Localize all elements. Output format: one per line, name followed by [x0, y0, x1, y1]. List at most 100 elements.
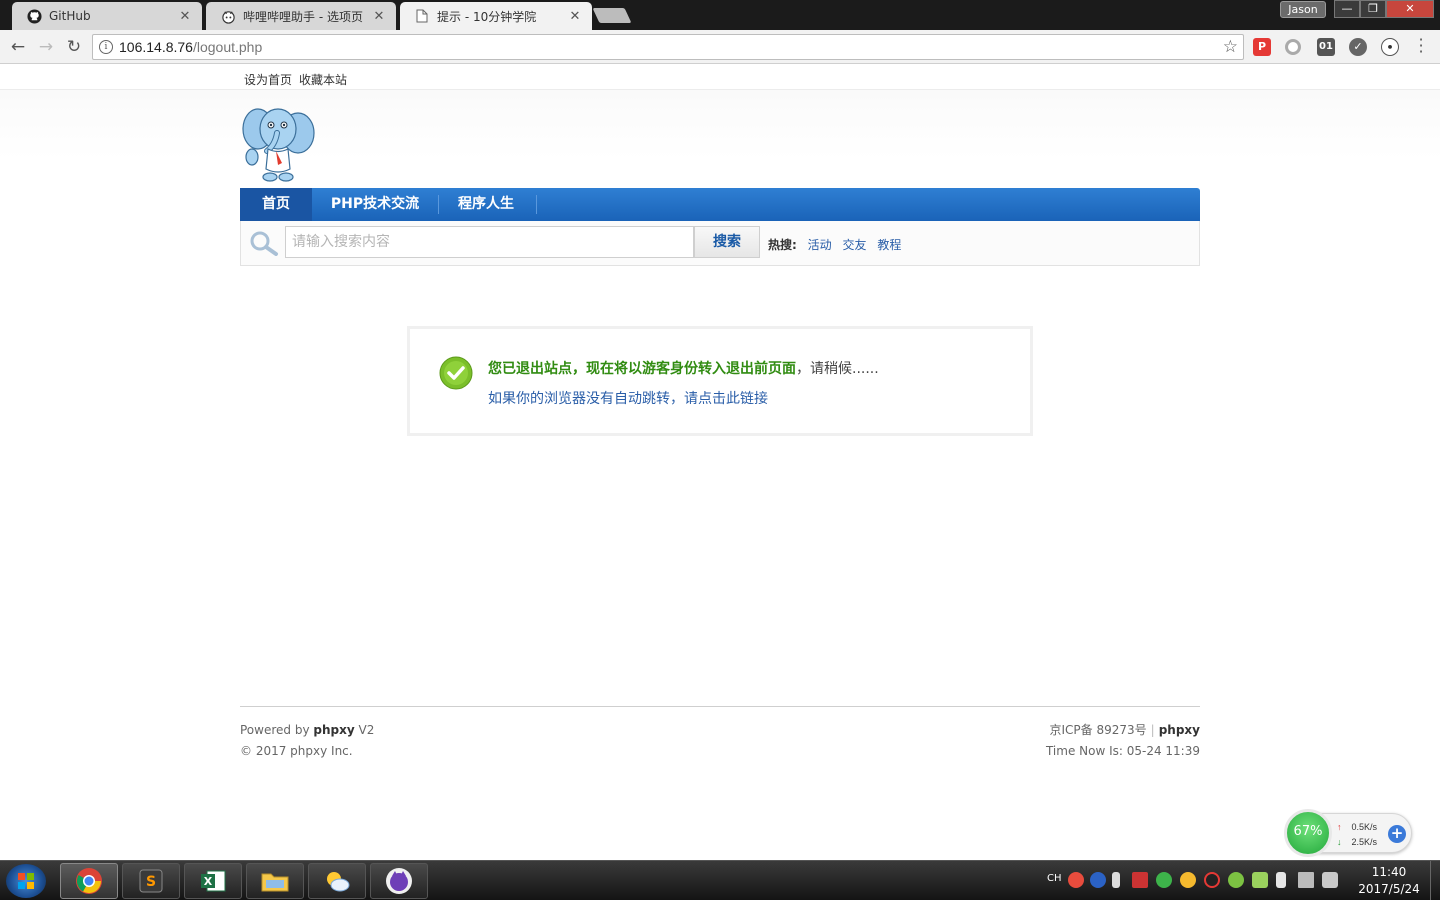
hot-link-tutorial[interactable]: 教程: [877, 238, 901, 252]
network-speed-widget[interactable]: 67% ↑ 0.5K/s ↓ 2.5K/s +: [1284, 809, 1412, 857]
minimize-button[interactable]: —: [1334, 0, 1360, 18]
back-button[interactable]: ←: [7, 36, 29, 58]
taskbar-github-desktop[interactable]: [370, 863, 428, 899]
chrome-icon: [76, 868, 102, 894]
new-tab-button[interactable]: [592, 8, 632, 23]
download-speed: ↓ 2.5K/s: [1337, 837, 1378, 847]
sublime-text-icon: S: [139, 869, 163, 893]
bookmark-star-icon[interactable]: ☆: [1223, 37, 1238, 57]
down-arrow-icon: ↓: [1337, 837, 1342, 847]
nav-home[interactable]: 首页: [240, 188, 312, 221]
window-close-button[interactable]: ✕: [1386, 0, 1434, 18]
logout-message-strong: 您已退出站点，现在将以游客身份转入退出前页面: [488, 361, 796, 377]
extension-circle-icon[interactable]: [1285, 39, 1301, 55]
extension-bilibili-icon[interactable]: •: [1381, 38, 1399, 56]
nav-php[interactable]: PHP技术交流: [318, 188, 432, 221]
tab-active[interactable]: 提示 - 10分钟学院 ✕: [400, 2, 592, 30]
powered-brand-link[interactable]: phpxy: [313, 723, 354, 737]
github-desktop-icon: [386, 868, 412, 894]
search-button[interactable]: 搜索: [694, 226, 760, 258]
start-button[interactable]: [6, 864, 46, 898]
tab-github[interactable]: GitHub ✕: [12, 2, 202, 30]
tray-tick-icon[interactable]: [1132, 872, 1148, 888]
nav-divider: [536, 195, 537, 214]
weather-tray-icon[interactable]: [1180, 872, 1196, 888]
search-bar: 搜索 热搜: 活动 交友 教程: [240, 221, 1200, 266]
system-tray: CH 11:40 2017/5/24: [1040, 861, 1440, 900]
folder-icon: [261, 873, 289, 892]
wechat-icon[interactable]: [1156, 872, 1172, 888]
browser-titlebar: GitHub ✕ 哔哩哔哩助手 - 选项页 ✕ 提示 - 10分钟学院 ✕ Ja…: [0, 0, 1440, 30]
web-page: 设为首页 收藏本站 首页 PHP技术交流 程序人生 搜索: [0, 65, 1440, 860]
tray-security-icon[interactable]: [1252, 872, 1268, 888]
main-nav: 首页 PHP技术交流 程序人生: [240, 188, 1200, 221]
taskbar-sublime[interactable]: S: [122, 863, 180, 899]
header-background: [0, 90, 1440, 160]
extension-leaf-icon[interactable]: ✓: [1349, 38, 1367, 56]
taskbar-excel[interactable]: X: [184, 863, 242, 899]
volume-muted-icon[interactable]: [1322, 872, 1338, 888]
windows-logo-icon: [18, 873, 34, 889]
bookmark-site-link[interactable]: 收藏本站: [299, 71, 347, 88]
info-icon[interactable]: i: [99, 40, 113, 54]
svg-text:X: X: [204, 875, 213, 888]
close-icon[interactable]: ✕: [178, 9, 192, 24]
bilibili-icon: [220, 8, 236, 24]
hot-link-friends[interactable]: 交友: [842, 238, 866, 252]
logout-message-box: 您已退出站点，现在将以游客身份转入退出前页面，请稍候...... 如果你的浏览器…: [407, 326, 1033, 436]
qq-icon[interactable]: [1204, 872, 1220, 888]
hot-link-activity[interactable]: 活动: [808, 238, 832, 252]
menu-icon[interactable]: · · ·: [1416, 32, 1426, 60]
search-input[interactable]: [285, 226, 694, 258]
maximize-button[interactable]: ❐: [1360, 0, 1386, 18]
network-icon[interactable]: [1298, 872, 1314, 888]
upload-speed: ↑ 0.5K/s: [1337, 822, 1378, 832]
forward-button[interactable]: →: [35, 36, 57, 58]
plus-icon[interactable]: +: [1388, 825, 1406, 843]
nav-life[interactable]: 程序人生: [446, 188, 526, 221]
svg-text:S: S: [146, 874, 156, 890]
tab-title: 哔哩哔哩助手 - 选项页: [243, 9, 363, 24]
usb-icon[interactable]: [1276, 872, 1286, 888]
taskbar-explorer[interactable]: [246, 863, 304, 899]
tab-title: GitHub: [49, 9, 91, 23]
redirect-link[interactable]: 如果你的浏览器没有自动跳转，请点击此链接: [488, 388, 768, 408]
close-icon[interactable]: ✕: [568, 9, 582, 24]
memory-usage-circle[interactable]: 67%: [1284, 809, 1332, 857]
help-icon[interactable]: [1090, 872, 1106, 888]
extension-red-icon[interactable]: P: [1253, 38, 1271, 56]
powered-by: Powered by phpxy V2: [240, 723, 375, 737]
set-homepage-link[interactable]: 设为首页: [244, 71, 292, 88]
taskbar-chrome[interactable]: [60, 863, 118, 899]
brand-link[interactable]: phpxy: [1159, 723, 1200, 737]
weather-icon: [327, 872, 350, 892]
extension-01-icon[interactable]: 01: [1317, 38, 1335, 56]
profile-button[interactable]: Jason: [1280, 1, 1326, 18]
tab-bilibili[interactable]: 哔哩哔哩助手 - 选项页 ✕: [206, 2, 396, 30]
excel-icon: X: [201, 870, 226, 892]
input-language[interactable]: CH: [1047, 873, 1062, 884]
search-icon: [250, 231, 278, 256]
tab-title: 提示 - 10分钟学院: [437, 9, 537, 24]
url-text: 106.14.8.76/logout.php: [119, 39, 263, 55]
tray-plus-icon[interactable]: [1228, 872, 1244, 888]
github-icon: [26, 8, 42, 24]
show-desktop-button[interactable]: [1430, 861, 1440, 900]
checkmark-icon: [439, 356, 473, 390]
clock-date: 2017/5/24: [1358, 882, 1420, 896]
address-bar[interactable]: i 106.14.8.76/logout.php ☆: [92, 34, 1244, 60]
clock[interactable]: 11:40 2017/5/24: [1354, 864, 1424, 898]
browser-toolbar: ← → ↻ i 106.14.8.76/logout.php ☆ P 01 ✓ …: [0, 30, 1440, 64]
icp-link[interactable]: 京ICP备 89273号: [1050, 723, 1147, 737]
up-arrow-icon: ↑: [1337, 822, 1342, 832]
site-logo[interactable]: [240, 99, 316, 183]
reload-button[interactable]: ↻: [63, 36, 85, 58]
time-now: Time Now Is: 05-24 11:39: [1045, 744, 1200, 758]
taskbar-weather[interactable]: [308, 863, 366, 899]
tray-pen-icon[interactable]: [1112, 872, 1120, 888]
close-icon[interactable]: ✕: [372, 9, 386, 24]
hot-search-label: 热搜:: [768, 238, 797, 252]
sogou-input-icon[interactable]: [1068, 872, 1084, 888]
taskbar: S X CH 11:40 2017/5/24: [0, 860, 1440, 900]
copyright: © 2017 phpxy Inc.: [240, 744, 353, 758]
